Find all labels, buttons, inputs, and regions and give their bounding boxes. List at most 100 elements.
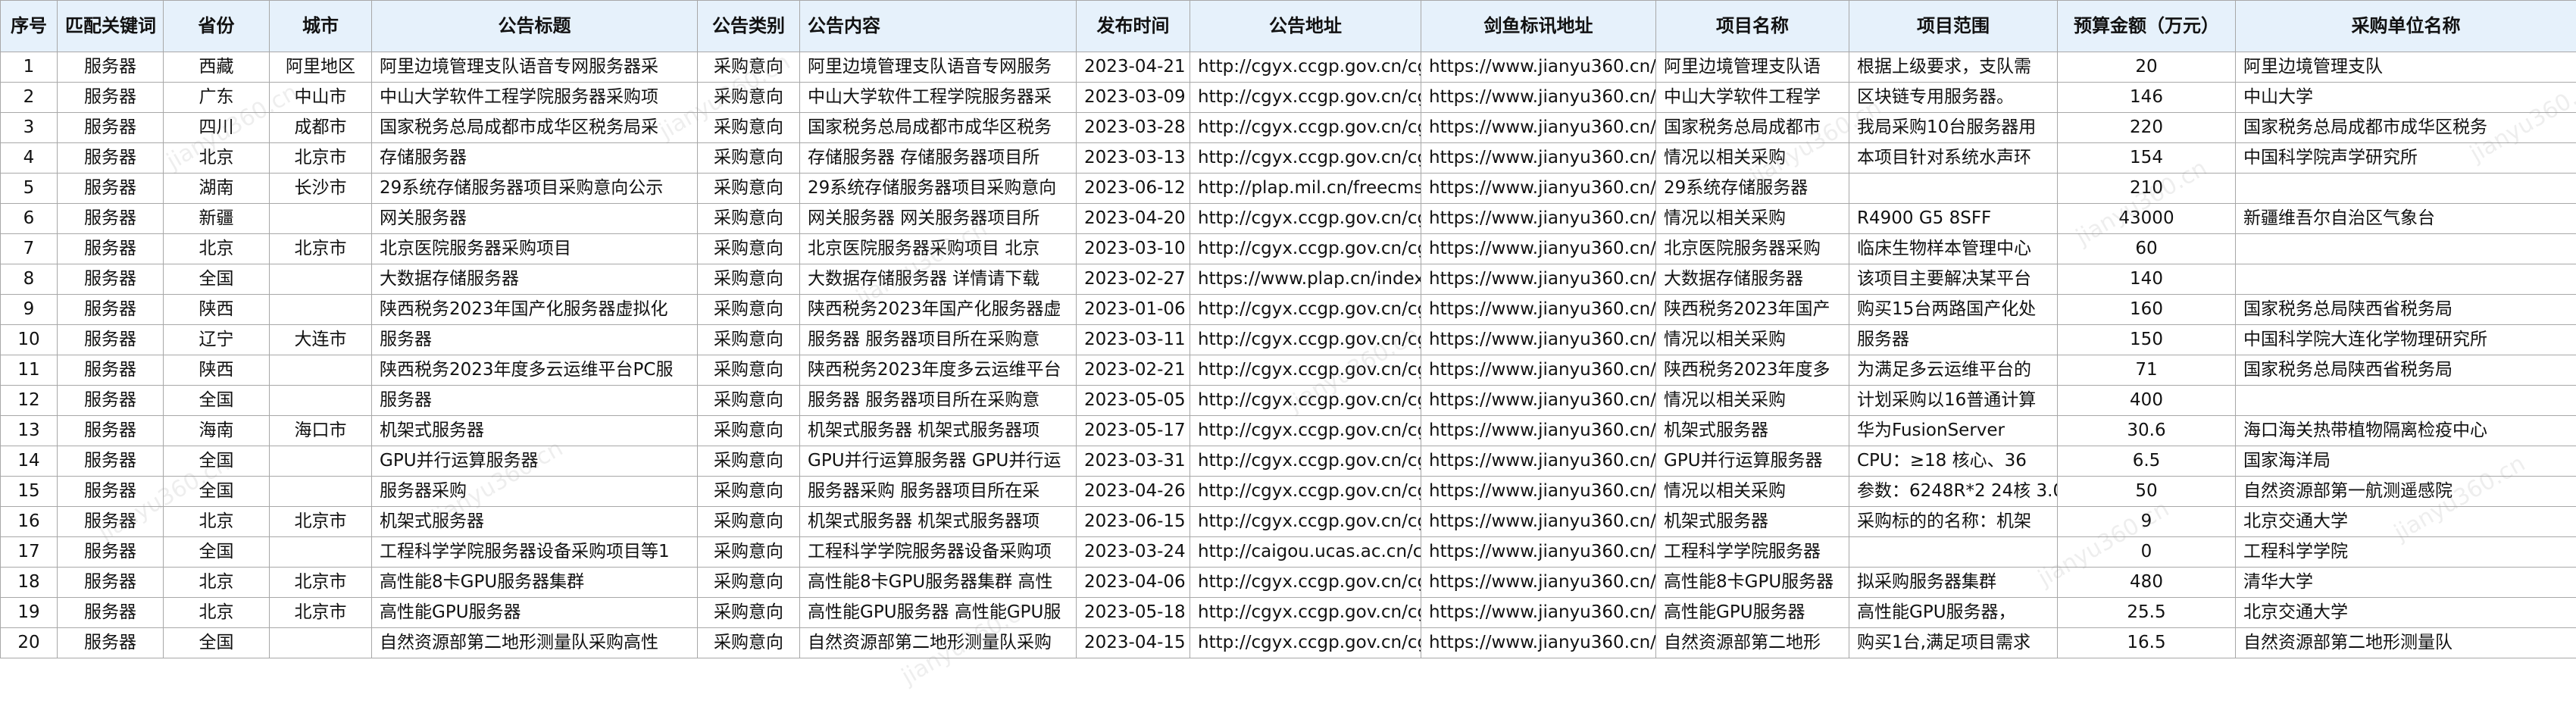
cell-jianyu-url[interactable]: https://www.jianyu360.cn/ar — [1421, 52, 1656, 83]
cell-jianyu-url[interactable]: https://www.jianyu360.cn/ar — [1421, 567, 1656, 598]
cell-province[interactable]: 北京 — [163, 567, 270, 598]
cell-notice-url[interactable]: http://plap.mil.cn/freecms/si — [1190, 173, 1421, 204]
cell-content[interactable]: GPU并行运算服务器 GPU并行运 — [799, 446, 1077, 477]
cell-content[interactable]: 存储服务器 存储服务器项目所 — [799, 142, 1077, 174]
cell-title[interactable]: GPU并行运算服务器 — [371, 446, 698, 477]
cell-index[interactable]: 4 — [0, 142, 58, 174]
cell-purchaser[interactable]: 海口海关热带植物隔离检疫中心 — [2235, 415, 2576, 446]
cell-jianyu-url[interactable]: https://www.jianyu360.cn/ar — [1421, 142, 1656, 174]
cell-project-name[interactable]: 陕西税务2023年度多 — [1655, 355, 1849, 386]
cell-city[interactable]: 海口市 — [269, 415, 372, 446]
header-cell[interactable]: 匹配关键词 — [57, 0, 164, 52]
cell-city[interactable] — [269, 264, 372, 295]
cell-content[interactable]: 大数据存储服务器 详情请下载 — [799, 264, 1077, 295]
cell-notice-url[interactable]: http://cgyx.ccgp.gov.cn/cgy — [1190, 112, 1421, 143]
header-cell[interactable]: 城市 — [269, 0, 372, 52]
cell-date[interactable]: 2023-03-09 — [1076, 82, 1190, 113]
cell-jianyu-url[interactable]: https://www.jianyu360.cn/ar — [1421, 506, 1656, 537]
table-row[interactable]: 10 服务器 辽宁 大连市 服务器 采购意向 服务器 服务器项目所在采购意 2023-03-1… — [0, 324, 2576, 355]
cell-content[interactable]: 阿里边境管理支队语音专网服务 — [799, 52, 1077, 83]
cell-notice-url[interactable]: http://cgyx.ccgp.gov.cn/cgy — [1190, 627, 1421, 658]
cell-date[interactable]: 2023-04-20 — [1076, 203, 1190, 234]
cell-jianyu-url[interactable]: https://www.jianyu360.cn/ar — [1421, 173, 1656, 204]
cell-content[interactable]: 机架式服务器 机架式服务器项 — [799, 415, 1077, 446]
header-cell[interactable]: 公告内容 — [799, 0, 1077, 52]
cell-budget[interactable]: 220 — [2057, 112, 2236, 143]
cell-keyword[interactable]: 服务器 — [57, 536, 164, 568]
cell-keyword[interactable]: 服务器 — [57, 506, 164, 537]
cell-category[interactable]: 采购意向 — [697, 233, 800, 264]
cell-province[interactable]: 北京 — [163, 506, 270, 537]
cell-date[interactable]: 2023-04-06 — [1076, 567, 1190, 598]
cell-date[interactable]: 2023-06-12 — [1076, 173, 1190, 204]
cell-project-name[interactable]: 国家税务总局成都市 — [1655, 112, 1849, 143]
cell-content[interactable]: 高性能GPU服务器 高性能GPU服 — [799, 597, 1077, 628]
header-cell[interactable]: 序号 — [0, 0, 58, 52]
cell-city[interactable]: 阿里地区 — [269, 52, 372, 83]
cell-project-name[interactable]: 工程科学学院服务器 — [1655, 536, 1849, 568]
cell-keyword[interactable]: 服务器 — [57, 385, 164, 416]
cell-notice-url[interactable]: http://cgyx.ccgp.gov.cn/cgy — [1190, 355, 1421, 386]
cell-content[interactable]: 机架式服务器 机架式服务器项 — [799, 506, 1077, 537]
cell-budget[interactable]: 30.6 — [2057, 415, 2236, 446]
cell-index[interactable]: 17 — [0, 536, 58, 568]
cell-purchaser[interactable]: 北京交通大学 — [2235, 506, 2576, 537]
cell-date[interactable]: 2023-04-15 — [1076, 627, 1190, 658]
cell-project-scope[interactable]: 计划采购以16普通计算 — [1849, 385, 2058, 416]
cell-notice-url[interactable]: http://cgyx.ccgp.gov.cn/cgy — [1190, 415, 1421, 446]
cell-category[interactable]: 采购意向 — [697, 567, 800, 598]
cell-city[interactable] — [269, 355, 372, 386]
cell-category[interactable]: 采购意向 — [697, 264, 800, 295]
cell-jianyu-url[interactable]: https://www.jianyu360.cn/ar — [1421, 446, 1656, 477]
cell-title[interactable]: 机架式服务器 — [371, 415, 698, 446]
table-row[interactable]: 6 服务器 新疆 网关服务器 采购意向 网关服务器 网关服务器项目所 2023-04-20 h… — [0, 203, 2576, 234]
cell-date[interactable]: 2023-03-24 — [1076, 536, 1190, 568]
cell-budget[interactable]: 16.5 — [2057, 627, 2236, 658]
cell-keyword[interactable]: 服务器 — [57, 567, 164, 598]
cell-content[interactable]: 网关服务器 网关服务器项目所 — [799, 203, 1077, 234]
cell-budget[interactable]: 25.5 — [2057, 597, 2236, 628]
cell-province[interactable]: 全国 — [163, 446, 270, 477]
cell-content[interactable]: 陕西税务2023年国产化服务器虚 — [799, 294, 1077, 325]
cell-title[interactable]: 服务器采购 — [371, 476, 698, 507]
cell-project-name[interactable]: 北京医院服务器采购 — [1655, 233, 1849, 264]
cell-project-scope[interactable]: CPU：≥18 核心、36 — [1849, 446, 2058, 477]
cell-keyword[interactable]: 服务器 — [57, 233, 164, 264]
cell-jianyu-url[interactable]: https://www.jianyu360.cn/ar — [1421, 203, 1656, 234]
cell-province[interactable]: 陕西 — [163, 355, 270, 386]
cell-project-name[interactable]: 阿里边境管理支队语 — [1655, 52, 1849, 83]
cell-purchaser[interactable]: 中国科学院大连化学物理研究所 — [2235, 324, 2576, 355]
cell-category[interactable]: 采购意向 — [697, 52, 800, 83]
cell-keyword[interactable]: 服务器 — [57, 476, 164, 507]
table-row[interactable]: 20 服务器 全国 自然资源部第二地形测量队采购高性 采购意向 自然资源部第二地形测量队采… — [0, 627, 2576, 658]
cell-city[interactable] — [269, 627, 372, 658]
header-cell[interactable]: 公告地址 — [1190, 0, 1421, 52]
cell-content[interactable]: 中山大学软件工程学院服务器采 — [799, 82, 1077, 113]
cell-province[interactable]: 全国 — [163, 385, 270, 416]
cell-project-scope[interactable]: 购买15台两路国产化处 — [1849, 294, 2058, 325]
cell-category[interactable]: 采购意向 — [697, 476, 800, 507]
cell-category[interactable]: 采购意向 — [697, 142, 800, 174]
cell-budget[interactable]: 480 — [2057, 567, 2236, 598]
cell-content[interactable]: 自然资源部第二地形测量队采购 — [799, 627, 1077, 658]
cell-city[interactable]: 北京市 — [269, 506, 372, 537]
cell-city[interactable] — [269, 536, 372, 568]
cell-notice-url[interactable]: http://cgyx.ccgp.gov.cn/cgy — [1190, 385, 1421, 416]
cell-project-name[interactable]: 情况以相关采购 — [1655, 203, 1849, 234]
table-row[interactable]: 2 服务器 广东 中山市 中山大学软件工程学院服务器采购项 采购意向 中山大学软件工程学院服… — [0, 82, 2576, 113]
cell-title[interactable]: 高性能GPU服务器 — [371, 597, 698, 628]
cell-date[interactable]: 2023-03-11 — [1076, 324, 1190, 355]
cell-project-name[interactable]: 高性能GPU服务器 — [1655, 597, 1849, 628]
cell-category[interactable]: 采购意向 — [697, 355, 800, 386]
cell-keyword[interactable]: 服务器 — [57, 446, 164, 477]
cell-jianyu-url[interactable]: https://www.jianyu360.cn/ar — [1421, 82, 1656, 113]
table-row[interactable]: 9 服务器 陕西 陕西税务2023年国产化服务器虚拟化 采购意向 陕西税务2023年国产化… — [0, 294, 2576, 325]
table-row[interactable]: 1 服务器 西藏 阿里地区 阿里边境管理支队语音专网服务器采 采购意向 阿里边境管理支队语音… — [0, 52, 2576, 83]
cell-date[interactable]: 2023-03-31 — [1076, 446, 1190, 477]
cell-purchaser[interactable]: 新疆维吾尔自治区气象台 — [2235, 203, 2576, 234]
header-cell[interactable]: 项目范围 — [1849, 0, 2058, 52]
cell-project-scope[interactable]: 根据上级要求，支队需 — [1849, 52, 2058, 83]
cell-budget[interactable]: 43000 — [2057, 203, 2236, 234]
cell-keyword[interactable]: 服务器 — [57, 112, 164, 143]
cell-category[interactable]: 采购意向 — [697, 173, 800, 204]
